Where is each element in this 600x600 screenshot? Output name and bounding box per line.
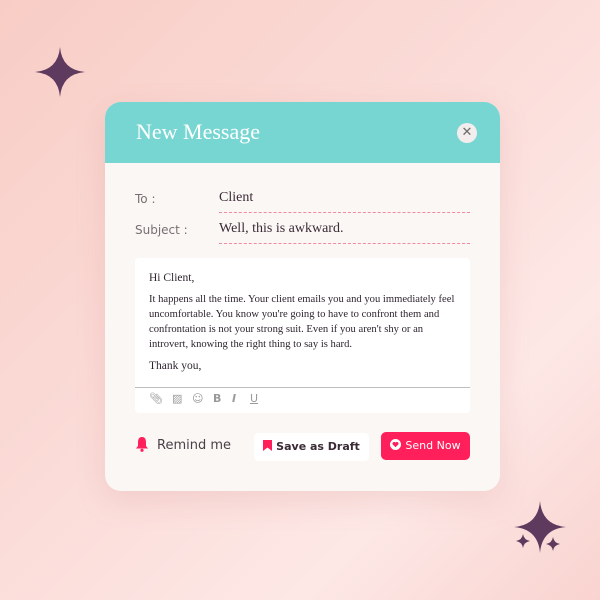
body-line: introvert, knowing the right thing to sa…	[149, 339, 353, 350]
send-label: Send Now	[405, 439, 461, 452]
heart-icon	[390, 439, 402, 450]
bold-button[interactable]: B	[213, 392, 221, 405]
remind-label: Remind me	[157, 438, 232, 453]
to-row: To : Client	[135, 186, 470, 216]
attach-icon[interactable]: 📎︎	[149, 392, 163, 405]
to-field[interactable]: Client	[219, 190, 470, 213]
bookmark-icon	[263, 440, 273, 451]
send-now-button[interactable]: Send Now	[381, 432, 470, 460]
close-icon: ✕	[461, 125, 473, 140]
italic-button[interactable]: I	[232, 392, 236, 405]
closing: Thank you,	[149, 360, 202, 372]
sparkle-icon	[35, 47, 85, 97]
subject-row: Subject : Well, this is awkward.	[135, 217, 470, 247]
subject-label: Subject :	[135, 223, 188, 237]
underline-button[interactable]: U	[250, 392, 258, 405]
save-draft-button[interactable]: Save as Draft	[254, 433, 369, 461]
greeting: Hi Client,	[149, 272, 195, 284]
sparkle-icon	[546, 537, 560, 551]
close-button[interactable]: ✕	[457, 123, 477, 143]
bell-icon	[136, 437, 148, 452]
save-draft-label: Save as Draft	[276, 440, 360, 453]
compose-title: New Message	[136, 119, 261, 144]
body-line: It happens all the time. Your client ema…	[149, 294, 455, 305]
body-line: uncomfortable. You know you're going to …	[149, 309, 440, 320]
format-toolbar: 📎︎ ▨ ☺ B I U	[135, 387, 470, 414]
message-body-editor[interactable]: Hi Client, It happens all the time. Your…	[135, 258, 470, 413]
body-line: confrontation is not your strong suit. E…	[149, 324, 424, 335]
remind-me-button[interactable]: Remind me	[135, 436, 231, 453]
compose-window: New Message ✕ To : Client Subject : Well…	[105, 102, 500, 491]
to-label: To :	[135, 192, 156, 206]
emoji-icon[interactable]: ☺	[192, 392, 203, 405]
subject-field[interactable]: Well, this is awkward.	[219, 221, 470, 244]
image-icon[interactable]: ▨	[172, 392, 182, 405]
sparkle-icon	[516, 534, 530, 548]
compose-header: New Message ✕	[105, 102, 500, 163]
